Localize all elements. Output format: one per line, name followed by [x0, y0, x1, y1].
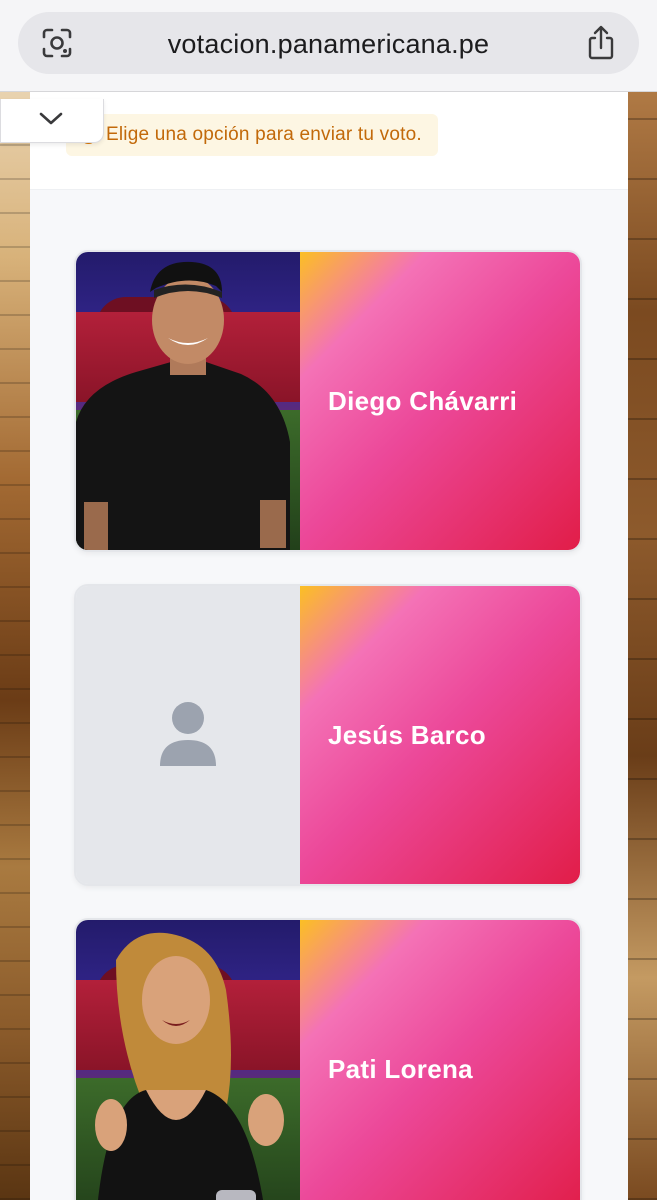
address-bar[interactable]: votacion.panamericana.pe [18, 12, 639, 74]
candidate-name-panel[interactable]: Diego Chávarri [300, 252, 580, 550]
candidate-photo-placeholder [76, 586, 300, 884]
share-icon[interactable] [585, 25, 617, 61]
candidate-name-panel[interactable]: Pati Lorena [300, 920, 580, 1200]
chevron-down-icon [39, 112, 63, 125]
hint-message: Elige una opción para enviar tu voto. [66, 114, 438, 156]
candidate-portrait-image [95, 932, 284, 1200]
browser-toolbar: votacion.panamericana.pe [0, 0, 657, 92]
candidate-card[interactable]: Pati Lorena [74, 918, 582, 1200]
background-scene-left [0, 90, 32, 1200]
candidate-photo [76, 252, 300, 550]
candidate-name: Pati Lorena [328, 1053, 473, 1084]
hint-text: Elige una opción para enviar tu voto. [106, 124, 422, 145]
url-text[interactable]: votacion.panamericana.pe [18, 29, 639, 60]
candidate-name: Diego Chávarri [328, 385, 518, 416]
background-scene-right [627, 90, 657, 1200]
candidate-portrait-image [76, 261, 290, 550]
hint-bar: Elige una opción para enviar tu voto. [30, 92, 628, 190]
collapse-toggle-button[interactable] [0, 99, 104, 143]
candidate-card[interactable]: Diego Chávarri [74, 250, 582, 552]
voting-panel: Elige una opción para enviar tu voto. Di… [30, 92, 628, 1200]
candidate-name-panel[interactable]: Jesús Barco [300, 586, 580, 884]
candidate-card[interactable]: Jesús Barco [74, 584, 582, 886]
candidate-name: Jesús Barco [328, 719, 486, 750]
candidate-photo [76, 920, 300, 1200]
user-icon [160, 702, 216, 766]
